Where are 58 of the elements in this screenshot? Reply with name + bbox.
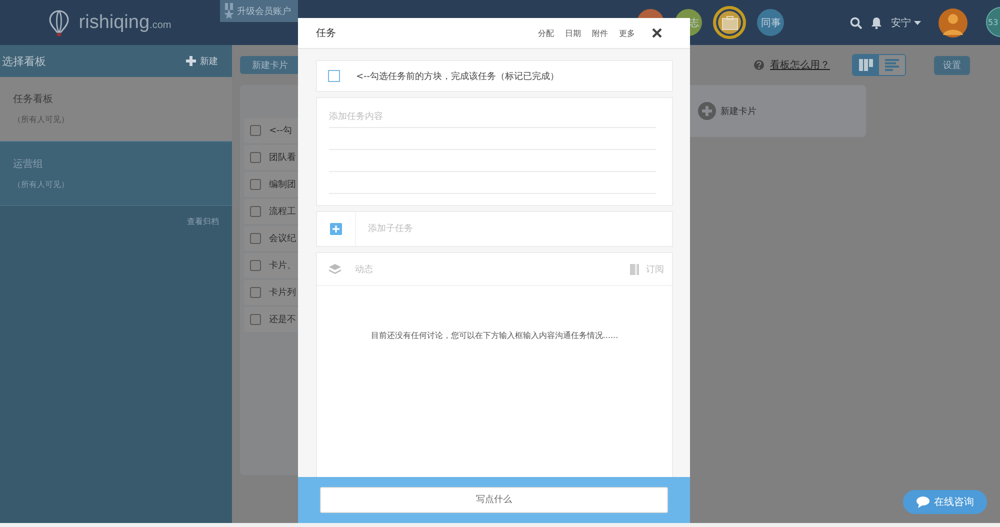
checkbox[interactable] bbox=[250, 233, 261, 244]
add-card-label: 新建卡片 bbox=[720, 106, 756, 118]
subtask-field[interactable]: 添加子任务 bbox=[356, 211, 673, 247]
help-link[interactable]: 看板怎么用？ bbox=[770, 58, 830, 72]
user-menu[interactable]: 安宁 bbox=[891, 16, 921, 30]
subscribe-button[interactable]: 订阅 bbox=[630, 262, 664, 276]
help-icon bbox=[754, 60, 764, 70]
checkbox[interactable] bbox=[250, 152, 261, 163]
sidebar-title: 选择看板 bbox=[2, 54, 46, 68]
new-board-button[interactable]: 新建 bbox=[186, 54, 218, 68]
content-field[interactable]: 添加任务内容 bbox=[316, 97, 673, 206]
checkbox[interactable] bbox=[250, 260, 261, 271]
action-link[interactable]: 附件 bbox=[592, 28, 608, 38]
caret-icon bbox=[914, 20, 921, 24]
checkbox[interactable] bbox=[250, 125, 261, 136]
balloon-icon bbox=[48, 10, 69, 36]
upgrade-ribbon[interactable]: 升级会员账户 bbox=[220, 0, 298, 22]
activity-title: 动态 bbox=[355, 264, 373, 276]
layers-icon bbox=[329, 264, 341, 274]
checkbox[interactable] bbox=[328, 70, 340, 82]
count-badge[interactable]: 53 bbox=[986, 7, 1000, 37]
empty-message: 目前还没有任何讨论，您可以在下方输入框输入内容沟通任务情况...... bbox=[370, 330, 620, 341]
plus-icon bbox=[186, 56, 196, 66]
briefcase-icon bbox=[722, 16, 738, 30]
view-toggle[interactable] bbox=[853, 55, 879, 75]
chat-button[interactable]: 在线咨询 bbox=[903, 490, 987, 514]
medal-icon bbox=[224, 3, 234, 19]
bookmark-icon bbox=[630, 264, 639, 274]
new-card-button[interactable]: 新建卡片 bbox=[240, 56, 300, 74]
add-subtask-button[interactable] bbox=[316, 211, 356, 247]
chat-icon bbox=[916, 496, 930, 508]
search-icon bbox=[850, 16, 862, 28]
board-item[interactable]: 任务看板 （所有人可见） bbox=[0, 77, 232, 141]
action-link[interactable]: 日期 bbox=[565, 28, 581, 38]
checkbox[interactable] bbox=[250, 287, 261, 298]
close-icon bbox=[652, 28, 662, 38]
settings-button[interactable]: 设置 bbox=[934, 56, 970, 74]
board-item[interactable]: 运营组 （所有人可见） bbox=[0, 141, 232, 205]
checkbox[interactable] bbox=[250, 206, 261, 217]
archive-link[interactable]: 查看归档 bbox=[187, 216, 219, 227]
checkbox[interactable] bbox=[250, 314, 261, 325]
logo-text: rishiqing.com bbox=[78, 12, 172, 34]
bell-icon bbox=[871, 16, 882, 28]
view-toggle[interactable] bbox=[879, 55, 905, 75]
avatar-icon bbox=[938, 8, 968, 38]
action-link[interactable]: 分配 bbox=[538, 28, 554, 38]
action-link[interactable]: 更多 bbox=[619, 28, 635, 38]
checkbox[interactable] bbox=[250, 179, 261, 190]
list-icon bbox=[885, 59, 899, 71]
plus-circle-icon bbox=[698, 102, 716, 120]
columns-icon bbox=[859, 59, 873, 71]
app-circle[interactable] bbox=[713, 6, 746, 39]
app-circle[interactable]: 同事 bbox=[757, 9, 784, 36]
comment-field[interactable]: 写点什么 bbox=[320, 487, 668, 513]
close-button[interactable] bbox=[652, 28, 662, 38]
complete-hint: <--勾选任务前的方块，完成该任务（标记已完成） bbox=[356, 70, 560, 82]
dialog-title: 任务 bbox=[316, 27, 336, 40]
plus-icon bbox=[330, 223, 342, 235]
